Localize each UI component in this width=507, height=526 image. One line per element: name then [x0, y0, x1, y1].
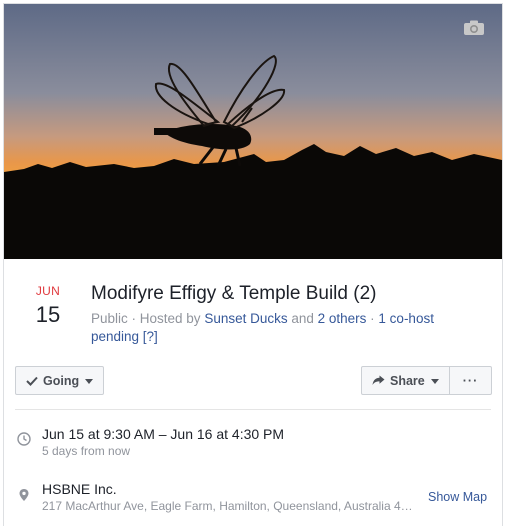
- separator: ·: [366, 311, 379, 326]
- location-pin-icon: [19, 489, 29, 501]
- event-time-relative: 5 days from now: [42, 444, 131, 458]
- checkmark-icon: [26, 376, 38, 386]
- divider: [15, 409, 491, 410]
- privacy-label: Public: [91, 311, 128, 326]
- cover-photo[interactable]: [4, 4, 502, 259]
- share-arrow-icon: [372, 375, 385, 385]
- clock-icon: [17, 432, 31, 446]
- more-options-icon: ···: [462, 373, 479, 388]
- share-button[interactable]: Share: [361, 366, 450, 395]
- chevron-down-icon: [430, 378, 439, 384]
- going-label: Going: [43, 373, 80, 388]
- going-button[interactable]: Going: [15, 366, 104, 395]
- event-place-address: 217 MacArthur Ave, Eagle Farm, Hamilton,…: [42, 499, 417, 513]
- event-place-name[interactable]: HSBNE Inc.: [42, 481, 117, 497]
- event-day: 15: [35, 302, 61, 327]
- event-meta: Public · Hosted by Sunset Ducks and 2 ot…: [91, 310, 481, 346]
- event-card: JUN 15 Modifyre Effigy & Temple Build (2…: [3, 3, 503, 526]
- event-date-badge: JUN 15: [18, 284, 78, 328]
- more-options-button[interactable]: ···: [449, 366, 492, 395]
- event-time[interactable]: Jun 15 at 9:30 AM – Jun 16 at 4:30 PM: [42, 426, 284, 442]
- camera-icon[interactable]: [463, 20, 485, 36]
- and-text: and: [287, 311, 318, 326]
- show-map-link[interactable]: Show Map: [428, 490, 487, 504]
- others-link[interactable]: 2 others: [318, 311, 367, 326]
- cover-image: [4, 4, 502, 259]
- hosted-by-text: · Hosted by: [127, 311, 205, 326]
- host-link[interactable]: Sunset Ducks: [204, 311, 287, 326]
- event-title: Modifyre Effigy & Temple Build (2): [91, 283, 377, 304]
- share-label: Share: [390, 373, 425, 388]
- event-month: JUN: [35, 284, 61, 298]
- chevron-down-icon: [85, 378, 94, 384]
